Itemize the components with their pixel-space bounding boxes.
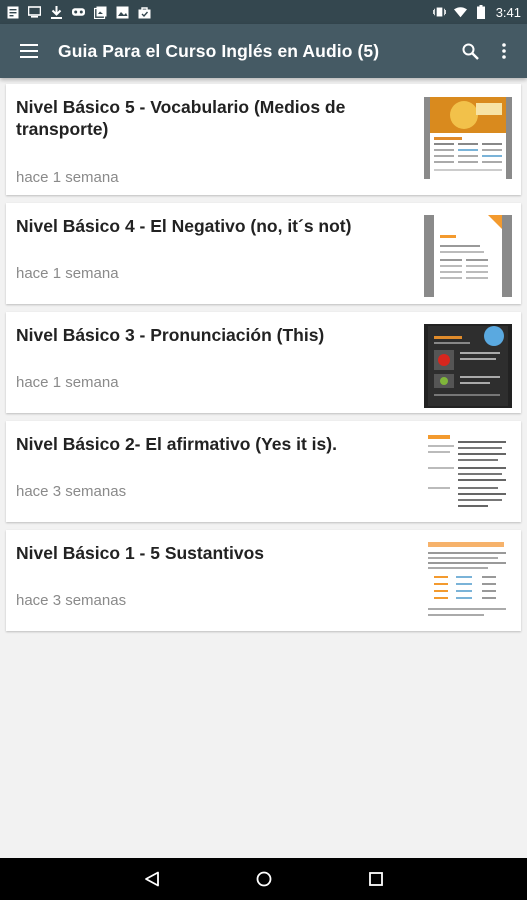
item-time: hace 1 semana [16, 169, 119, 186]
item-title: Nivel Básico 1 - 5 Sustantivos [16, 543, 265, 563]
overflow-icon[interactable] [487, 24, 521, 78]
list-item[interactable]: Nivel Básico 3 - Pronunciación (This) ha… [6, 312, 521, 413]
item-time: hace 1 semana [16, 374, 119, 391]
battery-icon [475, 5, 488, 19]
list-item[interactable]: Nivel Básico 4 - El Negativo (no, it´s n… [6, 203, 521, 304]
home-icon[interactable] [208, 858, 320, 900]
item-title: Nivel Básico 3 - Pronunciación (This) [16, 325, 325, 345]
download-icon [50, 5, 63, 19]
status-bar: 3:41 [0, 0, 527, 24]
sim-icon [28, 6, 41, 19]
document-icon [6, 6, 19, 19]
bag-icon [138, 6, 151, 19]
app-bar: Guia Para el Curso Inglés en Audio (5) [0, 24, 527, 78]
back-icon[interactable] [96, 858, 208, 900]
list-item[interactable]: Nivel Básico 5 - Vocabulario (Medios de … [6, 84, 521, 195]
clock: 3:41 [495, 4, 521, 20]
item-time: hace 3 semanas [16, 592, 127, 609]
item-title: Nivel Básico 5 - Vocabulario (Medios de … [16, 97, 346, 139]
vr-icon [72, 6, 85, 19]
post-list: Nivel Básico 5 - Vocabulario (Medios de … [6, 84, 521, 639]
item-thumbnail [424, 431, 512, 515]
item-title: Nivel Básico 2- El afirmativo (Yes it is… [16, 434, 337, 454]
item-title: Nivel Básico 4 - El Negativo (no, it´s n… [16, 216, 352, 236]
wifi-icon [453, 6, 467, 19]
item-thumbnail [424, 97, 512, 179]
search-icon[interactable] [453, 24, 487, 78]
hamburger-icon[interactable] [0, 24, 58, 78]
item-thumbnail [424, 215, 512, 297]
list-item[interactable]: Nivel Básico 1 - 5 Sustantivos hace 3 se… [6, 530, 521, 631]
item-thumbnail [424, 538, 512, 624]
item-time: hace 3 semanas [16, 483, 127, 500]
vibrate-icon [432, 6, 446, 19]
photo-icon [116, 6, 129, 19]
page-title: Guia Para el Curso Inglés en Audio (5) [58, 40, 380, 61]
system-nav-bar [0, 858, 527, 900]
item-thumbnail [424, 324, 512, 408]
gallery-icon [94, 6, 107, 19]
list-item[interactable]: Nivel Básico 2- El afirmativo (Yes it is… [6, 421, 521, 522]
notification-icons [6, 5, 151, 19]
recents-icon[interactable] [320, 858, 432, 900]
item-time: hace 1 semana [16, 265, 119, 282]
